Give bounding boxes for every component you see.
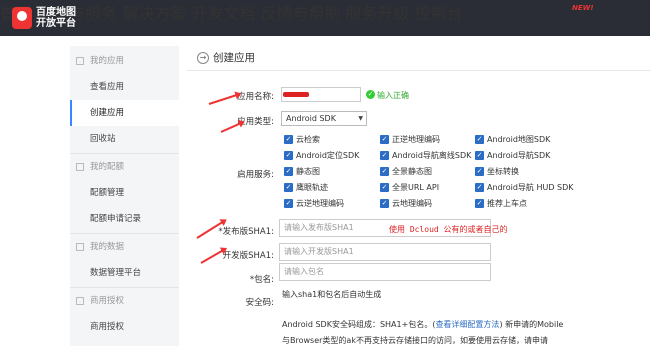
sidebar-group-commercial-license: 商用授权 — [70, 288, 179, 314]
checkbox-checked-icon: ✓ — [284, 135, 293, 144]
logo-line2: 开放平台 — [36, 18, 76, 29]
dropdown-caret-icon: ▼ — [358, 115, 363, 122]
service-checkbox[interactable]: ✓ Android地图SDK — [475, 135, 550, 145]
new-badge: NEW! — [572, 4, 594, 12]
sidebar-item-view-app[interactable]: 查看应用 — [70, 74, 179, 100]
baidu-map-logo-icon — [12, 7, 32, 29]
service-checkbox[interactable]: ✓ Android导航SDK — [475, 151, 550, 161]
security-code-label: 安全码: — [245, 298, 274, 308]
service-checkbox[interactable]: ✓ 云检索 — [284, 135, 320, 145]
apps-grid-icon — [76, 57, 84, 65]
services-label: 启用服务: — [237, 170, 274, 180]
checkbox-checked-icon: ✓ — [380, 135, 389, 144]
top-navigation-bar: 百度地图 开放平台 首页 功能与服务 解决方案 开发文档 反馈与帮助 服务升级 … — [0, 0, 650, 36]
description-line-1: Android SDK安全码组成：SHA1+包名。(查看详细配置方法) 新申请的… — [282, 320, 564, 329]
title-divider — [187, 70, 650, 71]
sidebar-group-my-data: 我的数据 — [70, 234, 179, 260]
description-line-2: 与Browser类型的ak不再支持云存储接口的访问，如要使用云存储，请申请 — [282, 336, 548, 345]
sidebar-item-recycle-bin[interactable]: 回收站 — [70, 126, 179, 152]
service-checkbox[interactable]: ✓ 静态图 — [284, 167, 320, 177]
checkbox-checked-icon: ✓ — [284, 151, 293, 160]
service-checkbox[interactable]: ✓ 全景URL API — [380, 183, 439, 193]
service-checkbox[interactable]: ✓ 云逆地理编码 — [284, 199, 344, 209]
sidebar-item-commercial-license[interactable]: 商用授权 — [70, 314, 179, 340]
service-checkbox[interactable]: ✓ Android导航 HUD SDK — [475, 183, 574, 193]
dev-sha1-input[interactable]: 请输入开发版SHA1 — [279, 243, 491, 261]
checkbox-checked-icon: ✓ — [475, 151, 484, 160]
check-circle-icon: ✓ — [366, 90, 375, 99]
checkbox-checked-icon: ✓ — [380, 199, 389, 208]
data-icon — [76, 243, 84, 251]
sidebar-item-create-app[interactable]: 创建应用 — [70, 100, 179, 126]
service-checkbox[interactable]: ✓ Android导航离线SDK — [380, 151, 471, 161]
service-checkbox[interactable]: ✓ 云地理编码 — [380, 199, 432, 209]
annotation-note: 使用 Dcloud 公有的或者自己的 — [389, 225, 508, 234]
checkbox-checked-icon: ✓ — [284, 167, 293, 176]
sidebar-group-my-quota: 我的配额 — [70, 154, 179, 180]
config-guide-link[interactable]: 查看详细配置方法 — [435, 320, 499, 329]
service-checkbox[interactable]: ✓ 推荐上车点 — [475, 199, 527, 209]
arrow-circle-icon: → — [197, 52, 209, 64]
service-checkbox[interactable]: ✓ 坐标转换 — [475, 167, 519, 177]
license-icon — [76, 297, 84, 305]
name-valid-message: 输入正确 — [377, 91, 409, 100]
service-checkbox[interactable]: ✓ Android定位SDK — [284, 151, 359, 161]
sidebar-item-quota-apply-records[interactable]: 配额申请记录 — [70, 206, 179, 232]
checkbox-checked-icon: ✓ — [475, 183, 484, 192]
sidebar-item-data-platform[interactable]: 数据管理平台 — [70, 260, 179, 286]
checkbox-checked-icon: ✓ — [380, 183, 389, 192]
sidebar-item-quota-management[interactable]: 配额管理 — [70, 180, 179, 206]
nav-upgrade[interactable]: 服务升级 — [346, 4, 410, 23]
logo-line1: 百度地图 — [36, 7, 76, 18]
checkbox-checked-icon: ✓ — [475, 167, 484, 176]
quota-icon — [76, 163, 84, 171]
nav-docs[interactable]: 开发文档 — [191, 4, 255, 23]
redacted-app-name — [283, 92, 309, 97]
app-type-label: 应用类型: — [237, 117, 274, 127]
baidu-map-logo[interactable]: 百度地图 开放平台 — [12, 6, 76, 30]
checkbox-checked-icon: ✓ — [380, 151, 389, 160]
main-content: → 创建应用 应用名称: ✓ 输入正确 应用类型: Android SDK ▼ … — [187, 46, 650, 346]
checkbox-checked-icon: ✓ — [475, 135, 484, 144]
app-type-select[interactable]: Android SDK ▼ — [281, 111, 367, 126]
service-checkbox[interactable]: ✓ 全景静态图 — [380, 167, 432, 177]
checkbox-checked-icon: ✓ — [284, 199, 293, 208]
nav-console[interactable]: 控制台 — [415, 4, 463, 23]
checkbox-checked-icon: ✓ — [475, 199, 484, 208]
security-code-value: 输入sha1和包名后自动生成 — [282, 290, 382, 299]
nav-feedback[interactable]: 反馈与帮助 — [260, 4, 340, 23]
package-label: *包名: — [249, 275, 274, 285]
checkbox-checked-icon: ✓ — [380, 167, 389, 176]
sidebar-group-my-apps: 我的应用 — [70, 48, 179, 74]
package-input[interactable]: 请输入包名 — [279, 263, 491, 281]
service-checkbox[interactable]: ✓ 正逆地理编码 — [380, 135, 440, 145]
checkbox-checked-icon: ✓ — [284, 183, 293, 192]
page-title: 创建应用 — [213, 52, 255, 64]
service-checkbox[interactable]: ✓ 鹰眼轨迹 — [284, 183, 328, 193]
sidebar: 我的应用 查看应用 创建应用 回收站 我的配额 配额管理 配额申请记录 我的数据… — [70, 46, 179, 346]
nav-solutions[interactable]: 解决方案 — [122, 4, 186, 23]
